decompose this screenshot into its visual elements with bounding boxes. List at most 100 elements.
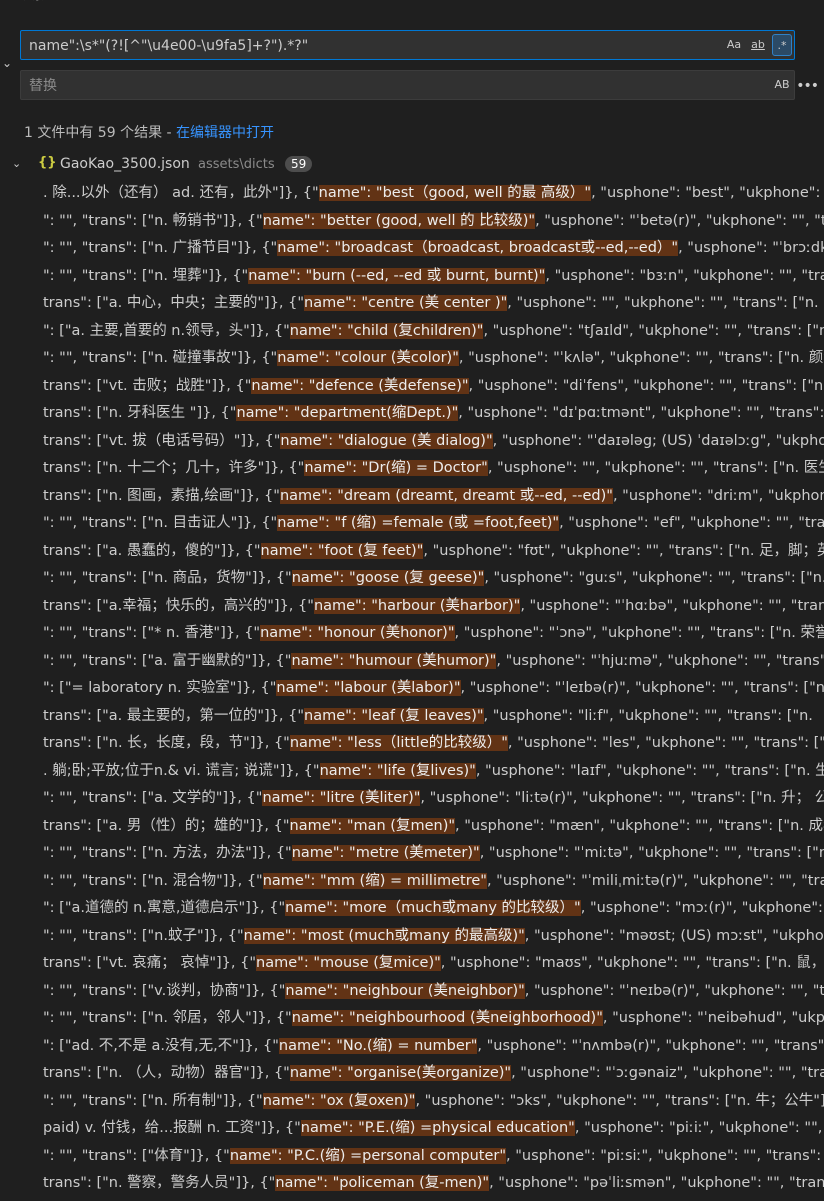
open-in-editor-link[interactable]: 在编辑器中打开 (176, 125, 274, 141)
result-match-highlight: name": "litre (美liter)" (262, 790, 421, 806)
result-line[interactable]: trans": ["n. 图画，素描,绘画"]}, {"name": "drea… (0, 483, 824, 511)
result-line[interactable]: ": "", "trans": ["n. 方法，办法"]}, {"name": … (0, 840, 824, 868)
result-context-before: trans": ["a.幸福；快乐的，高兴的"]}, {" (43, 597, 314, 614)
result-context-after: , "usphone": "mæn", "ukphone": "", "tran… (455, 817, 824, 834)
result-line[interactable]: trans": ["a.幸福；快乐的，高兴的"]}, {"name": "har… (0, 593, 824, 621)
result-line[interactable]: trans": ["a. 男（性）的；雄的"]}, {"name": "man … (0, 813, 824, 841)
search-input[interactable] (27, 31, 731, 61)
result-line[interactable]: trans": ["n. 十二个；几十，许多"]}, {"name": "Dr(… (0, 455, 824, 483)
collapse-all-icon[interactable]: ⧉ (804, 0, 820, 2)
file-name: GaoKao_3500.json (60, 156, 190, 172)
result-line[interactable]: trans": ["vt. 哀痛； 哀悼"]}, {"name": "mouse… (0, 950, 824, 978)
result-line[interactable]: ": ["a. 主要,首要的 n.领导，头"]}, {"name": "chil… (0, 318, 824, 346)
result-line[interactable]: trans": ["n. 牙科医生 "]}, {"name": "departm… (0, 400, 824, 428)
result-context-after: , "usphone": "ˈdaɪələg; (US) ˈdaɪəlɔːg",… (492, 432, 824, 449)
result-line[interactable]: paid) v. 付钱，给...报酬 n. 工资"]}, {"name": "P… (0, 1115, 824, 1143)
result-context-after: , "usphone": "fʊt", "ukphone": "", "tran… (423, 542, 824, 559)
result-match-highlight: name": "better (good, well 的 比较级)" (262, 212, 536, 229)
result-match-highlight: name": "policeman (复-men)" (275, 1175, 490, 1191)
replace-box[interactable]: AB (20, 70, 795, 101)
result-match-highlight: name": "leaf (复 leaves)" (304, 707, 484, 724)
result-context-after: , "usphone": "bɜːn", "ukphone": "", "tra… (545, 267, 824, 284)
result-match-highlight: name": "ox (复oxen)" (262, 1092, 416, 1109)
result-context-after: , "usphone": "ˈɔːgənaiz", "ukphone": "",… (511, 1065, 824, 1081)
result-line[interactable]: trans": ["vt. 拔（电话号码）"]}, {"name": "dial… (0, 428, 824, 456)
result-line[interactable]: ": ["ad. 不,不是 a.没有,无,不"]}, {"name": "No.… (0, 1033, 824, 1061)
result-context-after: , "usphone": "liːf", "ukphone": "", "tra… (483, 707, 824, 724)
search-options: Aa ab .* (724, 31, 794, 59)
result-line[interactable]: ": "", "trans": ["a. 富于幽默的"]}, {"name": … (0, 648, 824, 676)
regex-toggle[interactable]: .* (772, 34, 792, 56)
result-match-highlight: name": "mouse (复mice)" (256, 955, 441, 971)
result-line[interactable]: ": "", "trans": ["n. 碰撞事故"]}, {"name": "… (0, 345, 824, 373)
result-context-after: , "usphone": "ˈmiliˌmiːtə(r)", "ukphone"… (486, 872, 824, 889)
file-result-header[interactable]: ⌄ {} GaoKao_3500.json assets\dicts 59 (0, 155, 824, 177)
result-line[interactable]: ": "", "trans": ["n. 所有制"]}, {"name": "o… (0, 1088, 824, 1116)
result-context-before: trans": ["a. 中心，中央；主要的"]}, {" (43, 295, 305, 311)
result-line[interactable]: . 躺;卧;平放;位于n.& vi. 谎言; 说谎"]}, {"name": "… (0, 758, 824, 786)
clear-results-icon[interactable]: ≡ (744, 0, 760, 2)
result-context-after: , "usphone": "ɔks", "ukphone": "", "tran… (415, 1092, 824, 1109)
result-context-after: , "usphone": "pəˈliːsmən", "ukphone": ""… (489, 1175, 824, 1191)
match-case-toggle[interactable]: Aa (724, 34, 744, 56)
result-context-after: , "usphone": "ˈleɪbə(r)", "ukphone": "",… (460, 680, 824, 696)
result-line[interactable]: ": "", "trans": ["n. 埋葬"]}, {"name": "bu… (0, 263, 824, 291)
result-line[interactable]: ": "", "trans": ["* n. 香港"]}, {"name": "… (0, 620, 824, 648)
result-line[interactable]: . 除...以外（还有） ad. 还有，此外"]}, {"name": "bes… (0, 180, 824, 208)
result-context-before: trans": ["n. 牙科医生 "]}, {" (43, 405, 237, 421)
result-line[interactable]: ": "", "trans": ["n. 广播节目"]}, {"name": "… (0, 235, 824, 263)
result-context-after: , "usphone": "liːtə(r)", "ukphone": "", … (420, 790, 824, 806)
result-match-highlight: name": "f (缩) =female (或 =foot,feet)" (277, 515, 560, 531)
result-line[interactable]: ": "", "trans": ["n. 目击证人"]}, {"name": "… (0, 510, 824, 538)
toggle-replace-chevron-icon[interactable]: ⌄ (2, 56, 16, 70)
result-context-before: ": "", "trans": ["n. 畅销书"]}, {" (43, 212, 263, 229)
result-line[interactable]: trans": ["n. 警察，警务人员"]}, {"name": "polic… (0, 1170, 824, 1198)
result-match-highlight: name": "labour (美labor)" (276, 680, 461, 696)
result-line[interactable]: trans": ["a. 愚蠢的，傻的"]}, {"name": "foot (… (0, 538, 824, 566)
result-line[interactable]: ": "", "trans": ["n.蚊子"]}, {"name": "mos… (0, 923, 824, 951)
result-line[interactable]: trans": ["a. 最主要的，第一位的"]}, {"name": "lea… (0, 703, 824, 731)
refresh-icon[interactable]: ↻ (714, 0, 730, 2)
result-match-highlight: name": "life (复lives)" (319, 762, 476, 779)
result-match-highlight: name": "colour (美color)" (277, 350, 459, 366)
result-context-after: , "usphone": "les", "ukphone": "", "tran… (507, 735, 824, 751)
result-line[interactable]: ": "", "trans": ["v.谈判，协商"]}, {"name": "… (0, 978, 824, 1006)
json-file-icon: {} (38, 155, 57, 170)
results-count-text: 1 文件中有 59 个结果 - (24, 125, 177, 141)
result-match-highlight: name": "burn (--ed, --ed 或 burnt, burnt)… (248, 267, 546, 284)
search-box[interactable]: Aa ab .* (20, 30, 795, 61)
result-match-highlight: name": "No.(缩) = number" (278, 1037, 478, 1054)
result-line[interactable]: trans": ["a. 中心，中央；主要的"]}, {"name": "cen… (0, 290, 824, 318)
result-context-before: ": "", "trans": ["n. 埋葬"]}, {" (43, 267, 249, 284)
result-line[interactable]: ": "", "trans": ["n. 邻居，邻人"]}, {"name": … (0, 1005, 824, 1033)
result-context-after: , "usphone": "ˈneɪbə(r)", "ukphone": "",… (524, 982, 824, 999)
result-line[interactable]: ": "", "trans": ["n. 混合物"]}, {"name": "m… (0, 868, 824, 896)
results-summary: 1 文件中有 59 个结果 - 在编辑器中打开 (24, 122, 274, 142)
result-context-before: trans": ["n. 图画，素描,绘画"]}, {" (43, 487, 280, 504)
result-context-before: paid) v. 付钱，给...报酬 n. 工资"]}, {" (43, 1120, 301, 1136)
replace-input[interactable] (27, 71, 731, 101)
result-match-highlight: name": "most (much或many 的最高级)" (243, 927, 525, 944)
preserve-case-toggle[interactable]: AB (772, 74, 792, 96)
result-line[interactable]: ": "", "trans": ["n. 商品，货物"]}, {"name": … (0, 565, 824, 593)
result-line[interactable]: ": ["= laboratory n. 实验室"]}, {"name": "l… (0, 675, 824, 703)
result-context-before: ": "", "trans": ["a. 文学的"]}, {" (43, 790, 263, 806)
results-list: . 除...以外（还有） ad. 还有，此外"]}, {"name": "bes… (0, 180, 824, 1198)
result-line[interactable]: trans": ["vt. 击败；战胜"]}, {"name": "defenc… (0, 373, 824, 401)
whole-word-toggle[interactable]: ab (748, 34, 768, 56)
result-context-after: , "usphone": "ˈhɑːbə", "ukphone": "", "t… (520, 597, 824, 614)
result-line[interactable]: ": "", "trans": ["a. 文学的"]}, {"name": "l… (0, 785, 824, 813)
result-match-highlight: name": "centre (美 center )" (304, 295, 508, 311)
result-context-before: ": "", "trans": ["n. 目击证人"]}, {" (43, 515, 278, 531)
result-line[interactable]: ": "", "trans": ["n. 畅销书"]}, {"name": "b… (0, 208, 824, 236)
result-line[interactable]: ": ["a.道德的 n.寓意,道德启示"]}, {"name": "more（… (0, 895, 824, 923)
result-line[interactable]: ": "", "trans": ["体育"]}, {"name": "P.C.(… (0, 1143, 824, 1171)
chevron-down-icon[interactable]: ⌄ (12, 157, 21, 170)
result-line[interactable]: trans": ["n. 长，长度，段，节"]}, {"name": "less… (0, 730, 824, 758)
result-context-before: trans": ["n. 十二个；几十，许多"]}, {" (43, 460, 305, 476)
result-match-highlight: name": "honour (美honor)" (260, 625, 455, 641)
result-context-before: trans": ["vt. 哀痛； 哀悼"]}, {" (43, 955, 257, 971)
more-options-icon[interactable]: ••• (796, 78, 819, 94)
new-search-editor-icon[interactable]: ⊞ (774, 0, 790, 2)
result-line[interactable]: trans": ["n. （人，动物）器官"]}, {"name": "orga… (0, 1060, 824, 1088)
